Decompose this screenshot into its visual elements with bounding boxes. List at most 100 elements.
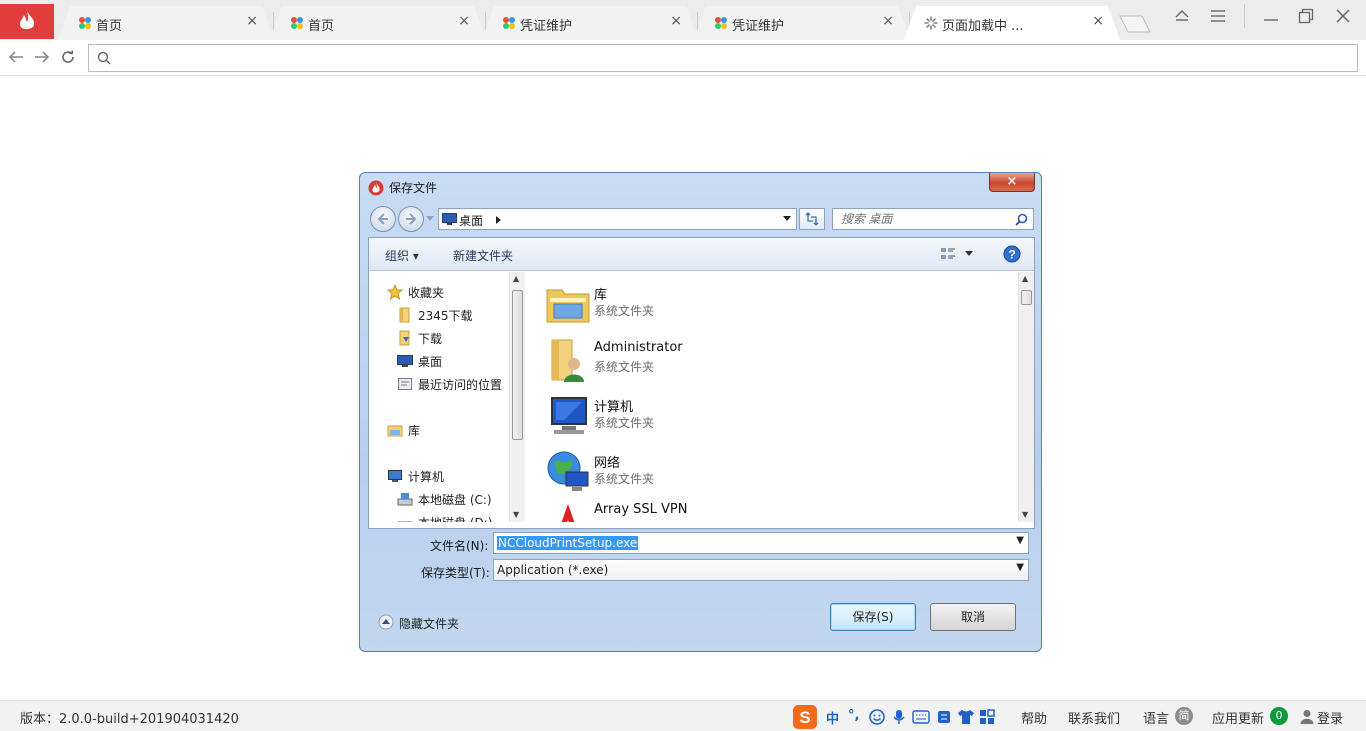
search-icon bbox=[1015, 213, 1028, 226]
back-button[interactable] bbox=[370, 206, 396, 232]
contact-link[interactable]: 联系我们 bbox=[1068, 708, 1120, 727]
flame-logo-icon bbox=[19, 11, 35, 30]
organize-menu[interactable]: 组织 ▾ bbox=[385, 247, 419, 264]
file-item-network[interactable]: 网络 系统文件夹 bbox=[542, 446, 842, 498]
chevron-right-icon[interactable] bbox=[496, 216, 501, 224]
update-count-badge: 0 bbox=[1270, 707, 1288, 725]
login-link[interactable]: 登录 bbox=[1317, 708, 1343, 727]
new-folder-button[interactable]: 新建文件夹 bbox=[453, 247, 513, 264]
collapse-up-icon bbox=[378, 614, 394, 630]
tab-home-1[interactable]: 首页 × bbox=[58, 6, 274, 40]
chevron-down-icon[interactable] bbox=[783, 216, 791, 222]
tab-close-icon[interactable]: × bbox=[246, 13, 258, 29]
nav-label: 桌面 bbox=[418, 355, 443, 369]
chevron-down-icon[interactable]: ▼ bbox=[1016, 535, 1024, 546]
window-close-icon[interactable] bbox=[1335, 8, 1351, 24]
filetype-label: 保存类型(T): bbox=[421, 566, 490, 580]
cancel-button[interactable]: 取消 bbox=[930, 603, 1016, 631]
microphone-icon[interactable] bbox=[892, 709, 906, 725]
help-icon[interactable]: ? bbox=[1003, 245, 1021, 263]
view-dropdown-icon[interactable] bbox=[965, 251, 973, 257]
refresh-button[interactable] bbox=[799, 208, 825, 230]
app-grid-icon bbox=[291, 17, 303, 29]
filename-field[interactable]: NCCloudPrintSetup.exe ▼ bbox=[493, 532, 1029, 554]
status-bar: 版本：2.0.0-build+201904031420 S 中 °, 帮助 联系… bbox=[0, 700, 1366, 731]
star-icon bbox=[387, 284, 403, 300]
array-vpn-icon bbox=[561, 504, 575, 522]
toolbox-icon[interactable] bbox=[936, 709, 952, 725]
file-list: 库 系统文件夹 Administrator 系统文件夹 计算机 系统文件夹 网络… bbox=[542, 272, 1017, 522]
computer-icon bbox=[388, 470, 402, 482]
view-options-icon[interactable] bbox=[940, 247, 956, 261]
hide-folders-toggle[interactable]: 隐藏文件夹 bbox=[378, 613, 478, 631]
refresh-icon bbox=[805, 212, 819, 226]
forward-icon[interactable] bbox=[34, 50, 50, 64]
navigation-pane: 收藏夹 2345下载 下载 桌面 最近访问的位置 库 计算机 本地磁盘 (C:) bbox=[369, 272, 525, 522]
dialog-search-box[interactable] bbox=[832, 208, 1034, 230]
help-link[interactable]: 帮助 bbox=[1021, 708, 1047, 727]
save-file-dialog: 保存文件 × 桌面 搜索 桌面 组织 ▾ 新建文件夹 ? 收藏夹 2345下载 … bbox=[359, 172, 1042, 652]
filetype-select[interactable]: Application (*.exe) ▼ bbox=[493, 559, 1029, 581]
nav-label: 本地磁盘 (C:) bbox=[418, 493, 492, 507]
svg-text:S: S bbox=[799, 708, 810, 727]
emoji-icon[interactable] bbox=[869, 709, 885, 725]
library-folder-icon bbox=[546, 289, 590, 323]
collapse-icon[interactable] bbox=[1174, 8, 1190, 22]
tab-voucher-1[interactable]: 凭证维护 × bbox=[482, 6, 698, 40]
nav-label: 库 bbox=[408, 424, 421, 438]
path-breadcrumb[interactable]: 桌面 bbox=[438, 208, 797, 230]
file-item-computer[interactable]: 计算机 系统文件夹 bbox=[542, 390, 842, 442]
file-item-array-vpn[interactable]: Array SSL VPN bbox=[542, 496, 842, 522]
ime-punct-mode[interactable]: °, bbox=[848, 708, 859, 723]
back-icon[interactable] bbox=[8, 50, 24, 64]
sogou-ime-icon[interactable]: S bbox=[792, 704, 818, 730]
address-bar[interactable] bbox=[88, 44, 1358, 72]
tab-voucher-2[interactable]: 凭证维护 × bbox=[694, 6, 910, 40]
tab-close-icon[interactable]: × bbox=[458, 13, 470, 29]
tab-close-icon[interactable]: × bbox=[670, 13, 682, 29]
file-item-administrator[interactable]: Administrator 系统文件夹 bbox=[542, 334, 842, 386]
language-badge[interactable]: 简 bbox=[1175, 707, 1193, 725]
drive-icon bbox=[397, 521, 413, 522]
address-input[interactable] bbox=[119, 49, 1339, 67]
language-link[interactable]: 语言 bbox=[1143, 708, 1169, 727]
hide-folders-label: 隐藏文件夹 bbox=[399, 617, 460, 631]
skin-shirt-icon[interactable] bbox=[957, 709, 975, 725]
dialog-toolbar: 组织 ▾ 新建文件夹 ? bbox=[369, 238, 1034, 271]
menu-icon[interactable] bbox=[1210, 9, 1226, 23]
breadcrumb-desktop[interactable]: 桌面 bbox=[459, 212, 483, 229]
nav-label: 2345下载 bbox=[418, 309, 473, 323]
dialog-search-input[interactable] bbox=[841, 212, 1011, 226]
tab-home-2[interactable]: 首页 × bbox=[270, 6, 486, 40]
nav-scrollbar[interactable]: ▲ ▼ bbox=[509, 272, 525, 522]
svg-text:?: ? bbox=[1008, 248, 1015, 262]
file-type: 系统文件夹 bbox=[594, 472, 655, 486]
tab-close-icon[interactable]: × bbox=[882, 13, 894, 29]
file-list-scrollbar[interactable]: ▲ ▼ bbox=[1018, 272, 1034, 522]
save-button[interactable]: 保存(S) bbox=[830, 603, 916, 631]
ime-grid-icon[interactable] bbox=[979, 709, 995, 725]
ime-chinese-mode[interactable]: 中 bbox=[826, 708, 839, 727]
history-dropdown-icon[interactable] bbox=[426, 216, 434, 222]
chevron-down-icon[interactable]: ▼ bbox=[1016, 562, 1024, 573]
reload-icon[interactable] bbox=[60, 49, 76, 65]
filename-value[interactable]: NCCloudPrintSetup.exe bbox=[497, 536, 639, 550]
minimize-icon[interactable] bbox=[1263, 9, 1279, 23]
forward-button[interactable] bbox=[398, 206, 424, 232]
file-item-library[interactable]: 库 系统文件夹 bbox=[542, 278, 842, 330]
dialog-close-button[interactable]: × bbox=[989, 173, 1035, 192]
restore-icon[interactable] bbox=[1298, 8, 1314, 24]
tab-loading[interactable]: 页面加载中 ... × bbox=[904, 6, 1120, 40]
scroll-thumb[interactable] bbox=[512, 290, 523, 440]
browse-panel: 组织 ▾ 新建文件夹 ? 收藏夹 2345下载 下载 桌面 最近访问的位置 库 … bbox=[368, 237, 1035, 529]
drive-icon bbox=[397, 493, 413, 506]
browser-logo[interactable] bbox=[0, 4, 54, 39]
file-type: 系统文件夹 bbox=[594, 360, 655, 374]
tab-close-icon[interactable]: × bbox=[1092, 13, 1104, 29]
user-folder-icon bbox=[551, 339, 584, 382]
scroll-thumb[interactable] bbox=[1021, 290, 1032, 305]
user-icon[interactable] bbox=[1300, 709, 1314, 724]
keyboard-icon[interactable] bbox=[912, 710, 930, 724]
new-tab-button[interactable] bbox=[1118, 14, 1152, 34]
update-link[interactable]: 应用更新 bbox=[1212, 708, 1264, 727]
